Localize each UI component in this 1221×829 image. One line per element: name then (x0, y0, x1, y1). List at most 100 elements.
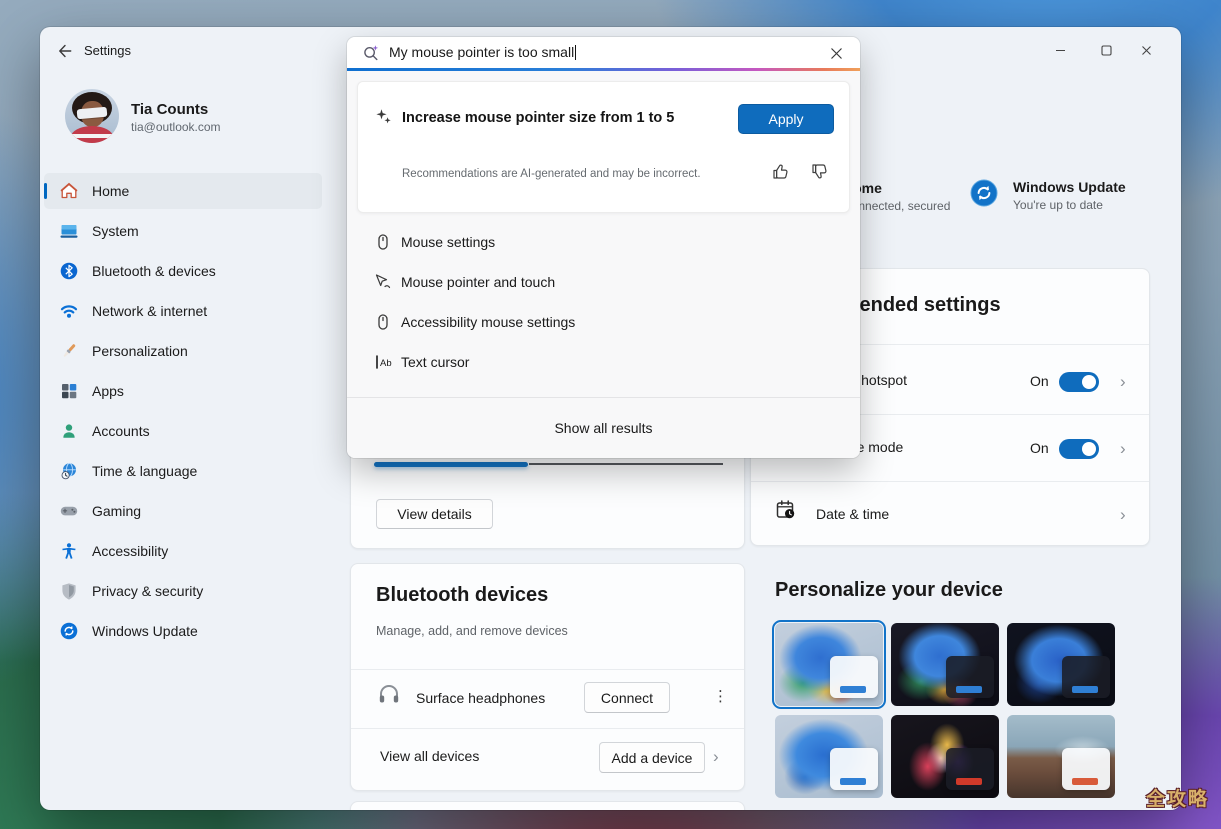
search-result-accessibility-mouse[interactable]: Accessibility mouse settings (347, 302, 860, 342)
chevron-right-icon[interactable]: › (1120, 440, 1126, 457)
thumbs-up-button[interactable] (771, 162, 793, 184)
storage-bar-used (374, 462, 528, 467)
divider (347, 397, 860, 398)
text-cursor-icon: Ab (374, 353, 392, 371)
theme-preview-overlay (1062, 748, 1110, 790)
thumbs-down-icon (810, 162, 829, 181)
accent-pill (1072, 686, 1098, 693)
clear-search-button[interactable] (825, 42, 847, 64)
search-result-mouse-settings[interactable]: Mouse settings (347, 222, 860, 262)
device-name: Surface headphones (416, 690, 545, 706)
ai-search-icon (362, 44, 380, 62)
search-result-mouse-pointer-touch[interactable]: Mouse pointer and touch (347, 262, 860, 302)
divider (351, 669, 744, 670)
search-input[interactable]: My mouse pointer is too small (347, 37, 860, 68)
update-status-title: Windows Update (1013, 179, 1126, 195)
connect-button[interactable]: Connect (584, 682, 670, 713)
ai-action-text: Increase mouse pointer size from 1 to 5 (402, 110, 674, 126)
sidebar-item-windows-update[interactable]: Windows Update (44, 613, 322, 649)
thumbs-down-button[interactable] (810, 162, 832, 184)
headphones-icon (377, 682, 401, 706)
theme-thumbnail-4[interactable] (775, 715, 883, 798)
sidebar-item-time-language[interactable]: Time & language (44, 453, 322, 489)
theme-thumbnail-3[interactable] (1007, 623, 1115, 706)
sidebar-item-privacy-security[interactable]: Privacy & security (44, 573, 322, 609)
ai-disclaimer: Recommendations are AI-generated and may… (402, 168, 701, 180)
thumbs-up-icon (771, 162, 790, 181)
mobile-hotspot-toggle[interactable] (1059, 372, 1099, 392)
avatar[interactable] (65, 89, 119, 143)
accounts-icon (60, 422, 78, 440)
pointer-touch-icon (374, 273, 392, 291)
accent-pill (956, 778, 982, 785)
search-results-flyout: Increase mouse pointer size from 1 to 5 … (347, 71, 860, 458)
sidebar-item-apps[interactable]: Apps (44, 373, 322, 409)
chevron-right-icon[interactable]: › (1120, 506, 1126, 523)
accent-pill (1072, 778, 1098, 785)
partial-card (350, 801, 745, 810)
sidebar-item-accessibility[interactable]: Accessibility (44, 533, 322, 569)
profile-name: Tia Counts (131, 101, 208, 118)
theme-thumbnail-6[interactable] (1007, 715, 1115, 798)
minimize-button[interactable] (1040, 35, 1080, 65)
profile-email: tia@outlook.com (131, 120, 221, 134)
theme-thumbnail-2[interactable] (891, 623, 999, 706)
add-device-button[interactable]: Add a device (599, 742, 705, 773)
divider (751, 481, 1149, 482)
close-window-button[interactable] (1126, 35, 1166, 65)
watermark: 全攻略 (1146, 784, 1209, 811)
view-details-button[interactable]: View details (376, 499, 493, 529)
sidebar-item-network-internet[interactable]: Network & internet (44, 293, 322, 329)
storage-bar-remaining (529, 463, 723, 465)
airplane-mode-toggle[interactable] (1059, 439, 1099, 459)
toggle-knob (1082, 442, 1096, 456)
apply-button[interactable]: Apply (738, 104, 834, 134)
sidebar-item-home[interactable]: Home (44, 173, 322, 209)
back-button[interactable] (54, 40, 76, 62)
more-options-icon[interactable]: ⋮ (713, 687, 728, 705)
settings-window: Settings Tia Counts tia@outlook.com Home… (40, 27, 1181, 810)
chevron-right-icon[interactable]: › (1120, 373, 1126, 390)
sidebar-item-gaming[interactable]: Gaming (44, 493, 322, 529)
minimize-icon (1055, 45, 1066, 56)
svg-text:Ab: Ab (380, 358, 392, 369)
sidebar-item-accounts[interactable]: Accounts (44, 413, 322, 449)
search-query-text: My mouse pointer is too small (389, 44, 576, 60)
accessibility-icon (60, 542, 78, 560)
sidebar-item-personalization[interactable]: Personalization (44, 333, 322, 369)
system-icon (60, 222, 78, 240)
windows-update-icon (60, 622, 78, 640)
home-icon (60, 182, 78, 200)
theme-thumbnail-1[interactable] (775, 623, 883, 706)
shield-icon (60, 582, 78, 600)
chevron-right-icon[interactable]: › (713, 748, 719, 765)
mobile-hotspot-state: On (1030, 373, 1049, 389)
date-time-icon (775, 499, 797, 521)
show-all-results[interactable]: Show all results (347, 407, 860, 449)
bluetooth-devices-card: Bluetooth devices Manage, add, and remov… (350, 563, 745, 791)
sidebar-item-system[interactable]: System (44, 213, 322, 249)
date-time-label[interactable]: Date & time (816, 506, 889, 522)
airplane-mode-state: On (1030, 440, 1049, 456)
theme-thumbnail-5[interactable] (891, 715, 999, 798)
sidebar-item-bluetooth-devices[interactable]: Bluetooth & devices (44, 253, 322, 289)
theme-preview-overlay (946, 656, 994, 698)
theme-preview-overlay (1062, 656, 1110, 698)
search-result-text-cursor[interactable]: Ab Text cursor (347, 342, 860, 382)
back-arrow-icon (57, 43, 73, 59)
maximize-icon (1101, 45, 1112, 56)
personalization-icon (60, 342, 78, 360)
theme-preview-overlay (830, 748, 878, 790)
view-all-devices-label[interactable]: View all devices (380, 748, 479, 764)
search-flyout: My mouse pointer is too small Increase m… (347, 37, 860, 458)
accent-pill (956, 686, 982, 693)
accent-pill (840, 778, 866, 785)
apps-icon (60, 382, 78, 400)
window-title: Settings (84, 43, 131, 58)
close-icon (830, 47, 843, 60)
maximize-button[interactable] (1086, 35, 1126, 65)
theme-preview-overlay (830, 656, 878, 698)
network-icon (60, 302, 78, 320)
theme-preview-overlay (946, 748, 994, 790)
ai-recommendation-card: Increase mouse pointer size from 1 to 5 … (357, 81, 850, 213)
